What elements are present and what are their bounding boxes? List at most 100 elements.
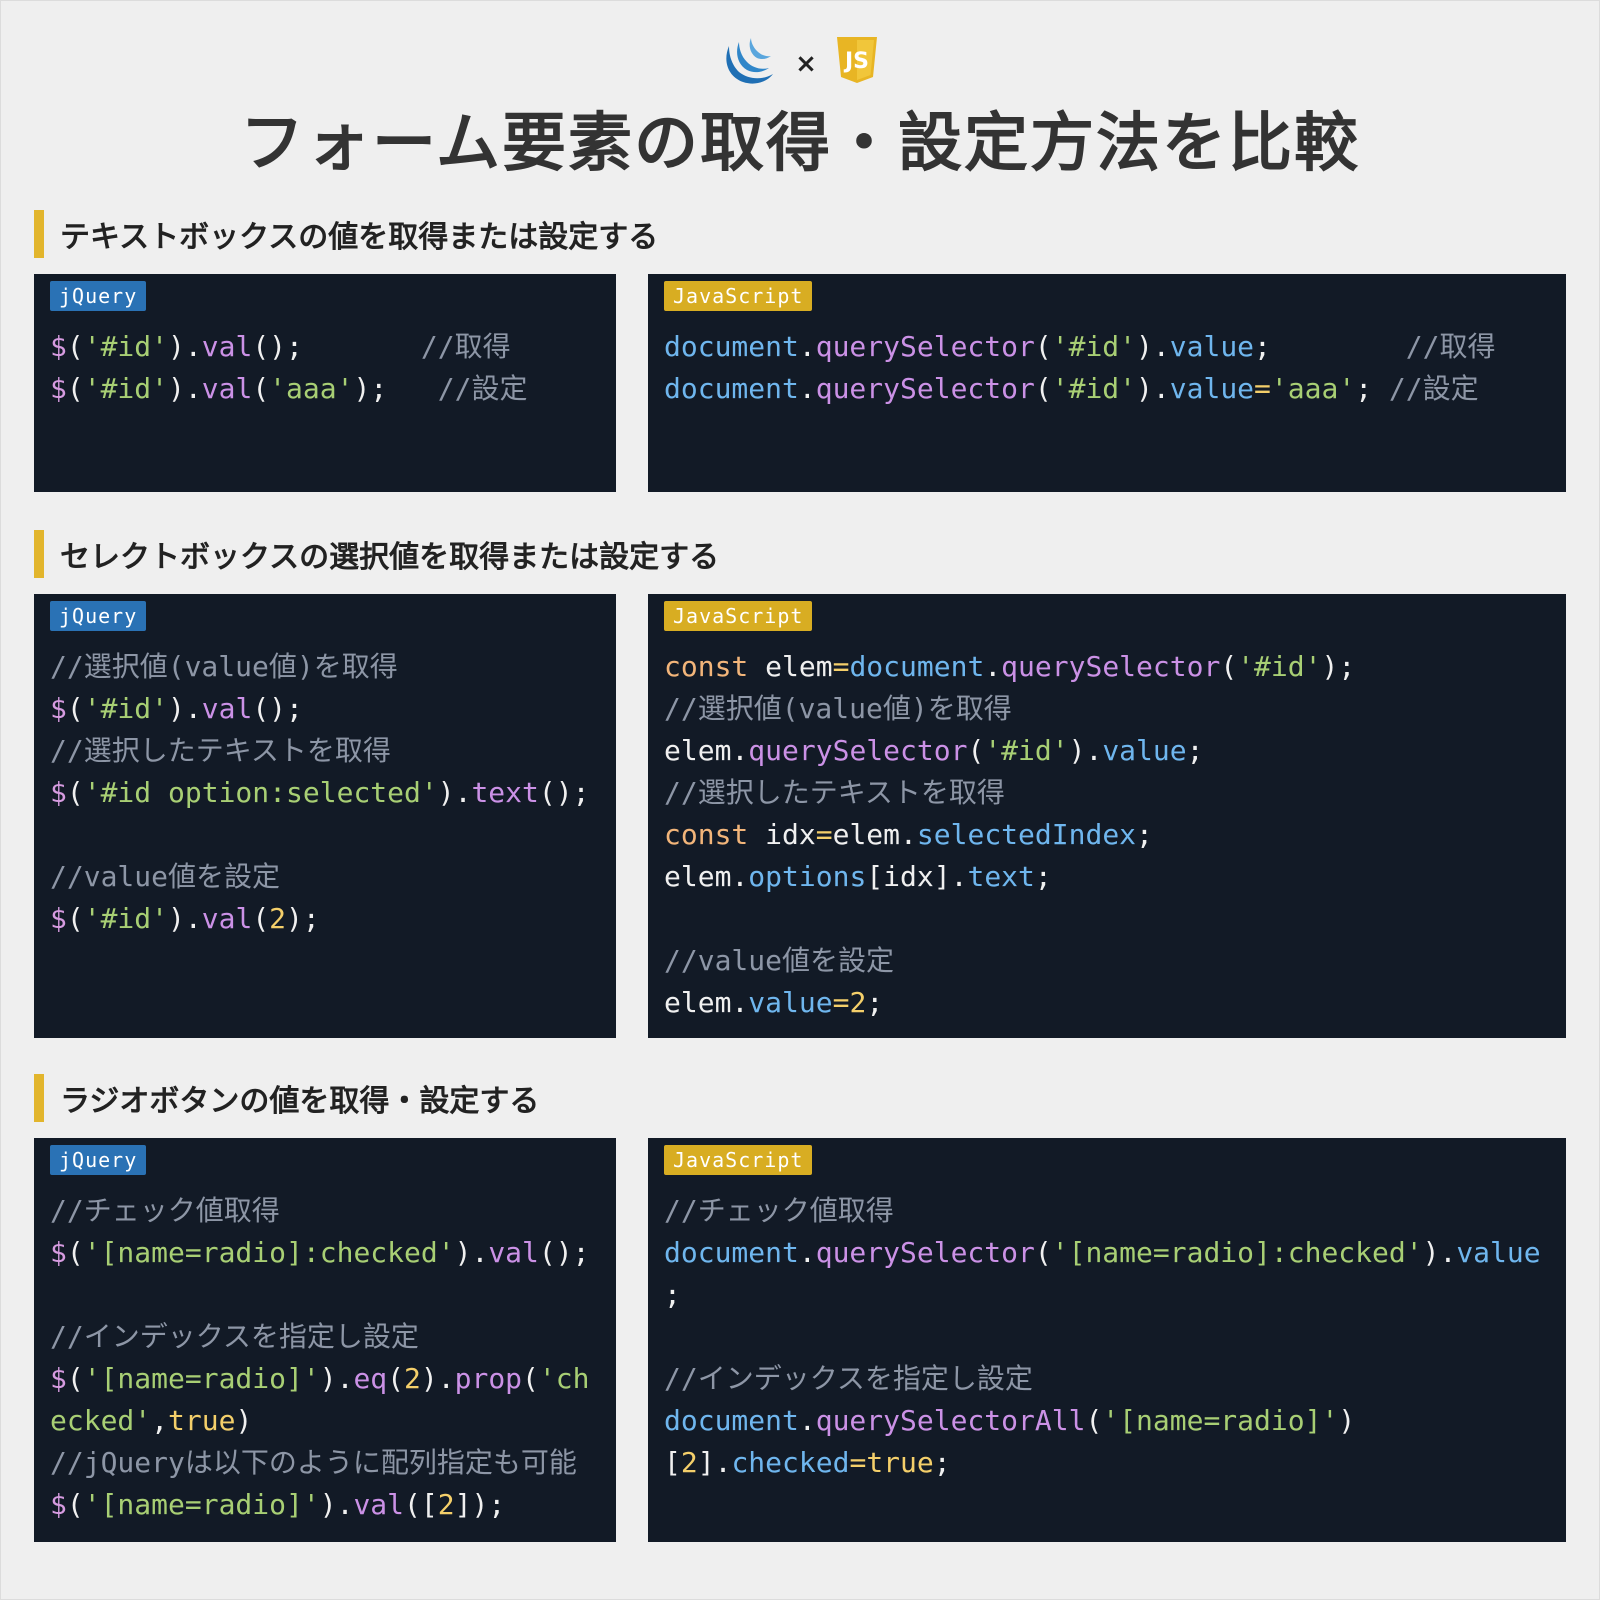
string-token: ecked' <box>50 1404 152 1437</box>
method-token: val <box>353 1488 405 1521</box>
comment-token: //チェック値取得 <box>664 1194 894 1227</box>
plain-token: ( <box>967 734 985 767</box>
section-heading-textbox: テキストボックスの値を取得または設定する <box>34 210 658 258</box>
code-panel-javascript-radio: JavaScript //チェック値取得 document.querySelect… <box>648 1138 1566 1542</box>
string-token: 'ch <box>538 1362 590 1395</box>
method-token: querySelector <box>815 330 1035 363</box>
plain-token: ( <box>387 1362 405 1395</box>
plain-token: ). <box>420 1362 455 1395</box>
plain-token: (); <box>538 776 590 809</box>
plain-token: ). <box>1068 734 1103 767</box>
code-line: $('[name=radio]').eq(2).prop('ch <box>50 1358 606 1400</box>
operator-token: = <box>815 818 833 851</box>
plain-token: (); <box>252 330 303 363</box>
code-line: $('#id option:selected').text(); <box>50 772 606 814</box>
plain-token: ( <box>1034 330 1052 363</box>
comment-token: //選択したテキストを取得 <box>50 734 391 767</box>
plain-token: ). <box>168 692 202 725</box>
comment-token: //選択値(value値)を取得 <box>50 650 398 683</box>
code-line: $('[name=radio]:checked').val(); <box>50 1232 606 1274</box>
plain-token: (); <box>538 1236 590 1269</box>
dollar-sign: $ <box>50 1362 67 1395</box>
dollar-sign: $ <box>50 330 67 363</box>
plain-token: ; <box>1034 860 1052 893</box>
plain-token: ; <box>933 1446 951 1479</box>
code-line: //選択したテキストを取得 <box>50 730 606 772</box>
plain-token: elem <box>664 860 732 893</box>
badge-javascript: JavaScript <box>664 1145 813 1175</box>
string-token: '#id' <box>1051 330 1137 363</box>
plain-token: ). <box>454 1236 489 1269</box>
badge-jquery: jQuery <box>50 1145 147 1175</box>
plain-token: ( <box>66 692 84 725</box>
operator-token: = <box>832 650 850 683</box>
plain-token: ( <box>66 1236 84 1269</box>
code-block: //チェック値取得 $('[name=radio]:checked').val()… <box>50 1190 606 1526</box>
code-line: $('#id').val(2); <box>50 898 606 940</box>
code-line: //選択値(value値)を取得 <box>50 646 606 688</box>
badge-javascript: JavaScript <box>664 281 813 311</box>
string-token: '#id' <box>83 330 169 363</box>
code-block: const elem=document.querySelector('#id')… <box>664 646 1556 1024</box>
comment-token: //value値を設定 <box>664 944 895 977</box>
code-line: //選択値(value値)を取得 <box>664 688 1556 730</box>
method-token: val <box>201 692 253 725</box>
code-line: $('#id').val(); <box>50 688 606 730</box>
property-token: document <box>664 1404 799 1437</box>
plain-token: [idx]. <box>866 860 968 893</box>
plain-token: ( <box>1085 1404 1103 1437</box>
plain-token: idx <box>748 818 816 851</box>
section-heading-radio: ラジオボタンの値を取得・設定する <box>34 1074 539 1122</box>
plain-token: ). <box>168 902 202 935</box>
javascript-shield-logo-icon: JS <box>836 37 877 83</box>
literal-token: 2 <box>269 902 287 935</box>
comment-token: //インデックスを指定し設定 <box>664 1362 1033 1395</box>
method-token: querySelector <box>1001 650 1221 683</box>
code-panel-javascript-textbox: JavaScript document.querySelector('#id')… <box>648 274 1566 492</box>
string-token: '#id' <box>83 372 169 405</box>
literal-token: 2 <box>437 1488 455 1521</box>
plain-token: ). <box>319 1362 354 1395</box>
property-token: checked <box>731 1446 850 1479</box>
code-line: $('#id').val('aaa'); //設定 <box>50 368 606 410</box>
accent-bar <box>34 530 44 578</box>
section-heading-text: セレクトボックスの選択値を取得または設定する <box>60 540 720 575</box>
badge-jquery: jQuery <box>50 601 147 631</box>
section-heading-text: ラジオボタンの値を取得・設定する <box>60 1084 540 1119</box>
operator-token: = <box>1254 372 1271 405</box>
section-heading-selectbox: セレクトボックスの選択値を取得または設定する <box>34 530 719 578</box>
plain-token: ( <box>1034 372 1052 405</box>
plain-token: ) <box>1338 1404 1356 1437</box>
comment-token: //チェック値取得 <box>50 1194 280 1227</box>
plain-token: . <box>731 734 749 767</box>
plain-token: ]); <box>454 1488 506 1521</box>
method-token: val <box>201 372 253 405</box>
plain-token: ( <box>66 372 84 405</box>
code-line: document.querySelector('#id').value; //取… <box>664 326 1556 368</box>
plain-token: . <box>798 330 816 363</box>
string-token: '#id' <box>83 692 169 725</box>
method-token: querySelector <box>815 372 1035 405</box>
plain-token: ; <box>1355 372 1389 405</box>
operator-token: = <box>849 1446 867 1479</box>
code-line: //value値を設定 <box>50 856 606 898</box>
plain-token: ); <box>286 902 320 935</box>
comment-token: //取得 <box>302 330 511 363</box>
property-token: value <box>1456 1236 1541 1269</box>
keyword-token: const <box>664 650 749 683</box>
property-token: value <box>748 986 833 1019</box>
method-token: prop <box>454 1362 523 1395</box>
literal-token: true <box>168 1404 236 1437</box>
property-token: value <box>1169 372 1255 405</box>
code-block: $('#id').val(); //取得 $('#id').val('aaa');… <box>50 326 606 410</box>
plain-token: , <box>151 1404 169 1437</box>
comment-token: //value値を設定 <box>50 860 281 893</box>
plain-token: ( <box>1220 650 1238 683</box>
js-logo-text: JS <box>843 49 869 74</box>
accent-bar <box>34 210 44 258</box>
plain-token: ). <box>437 776 472 809</box>
property-token: value <box>1169 330 1255 363</box>
property-token: document <box>664 330 799 363</box>
